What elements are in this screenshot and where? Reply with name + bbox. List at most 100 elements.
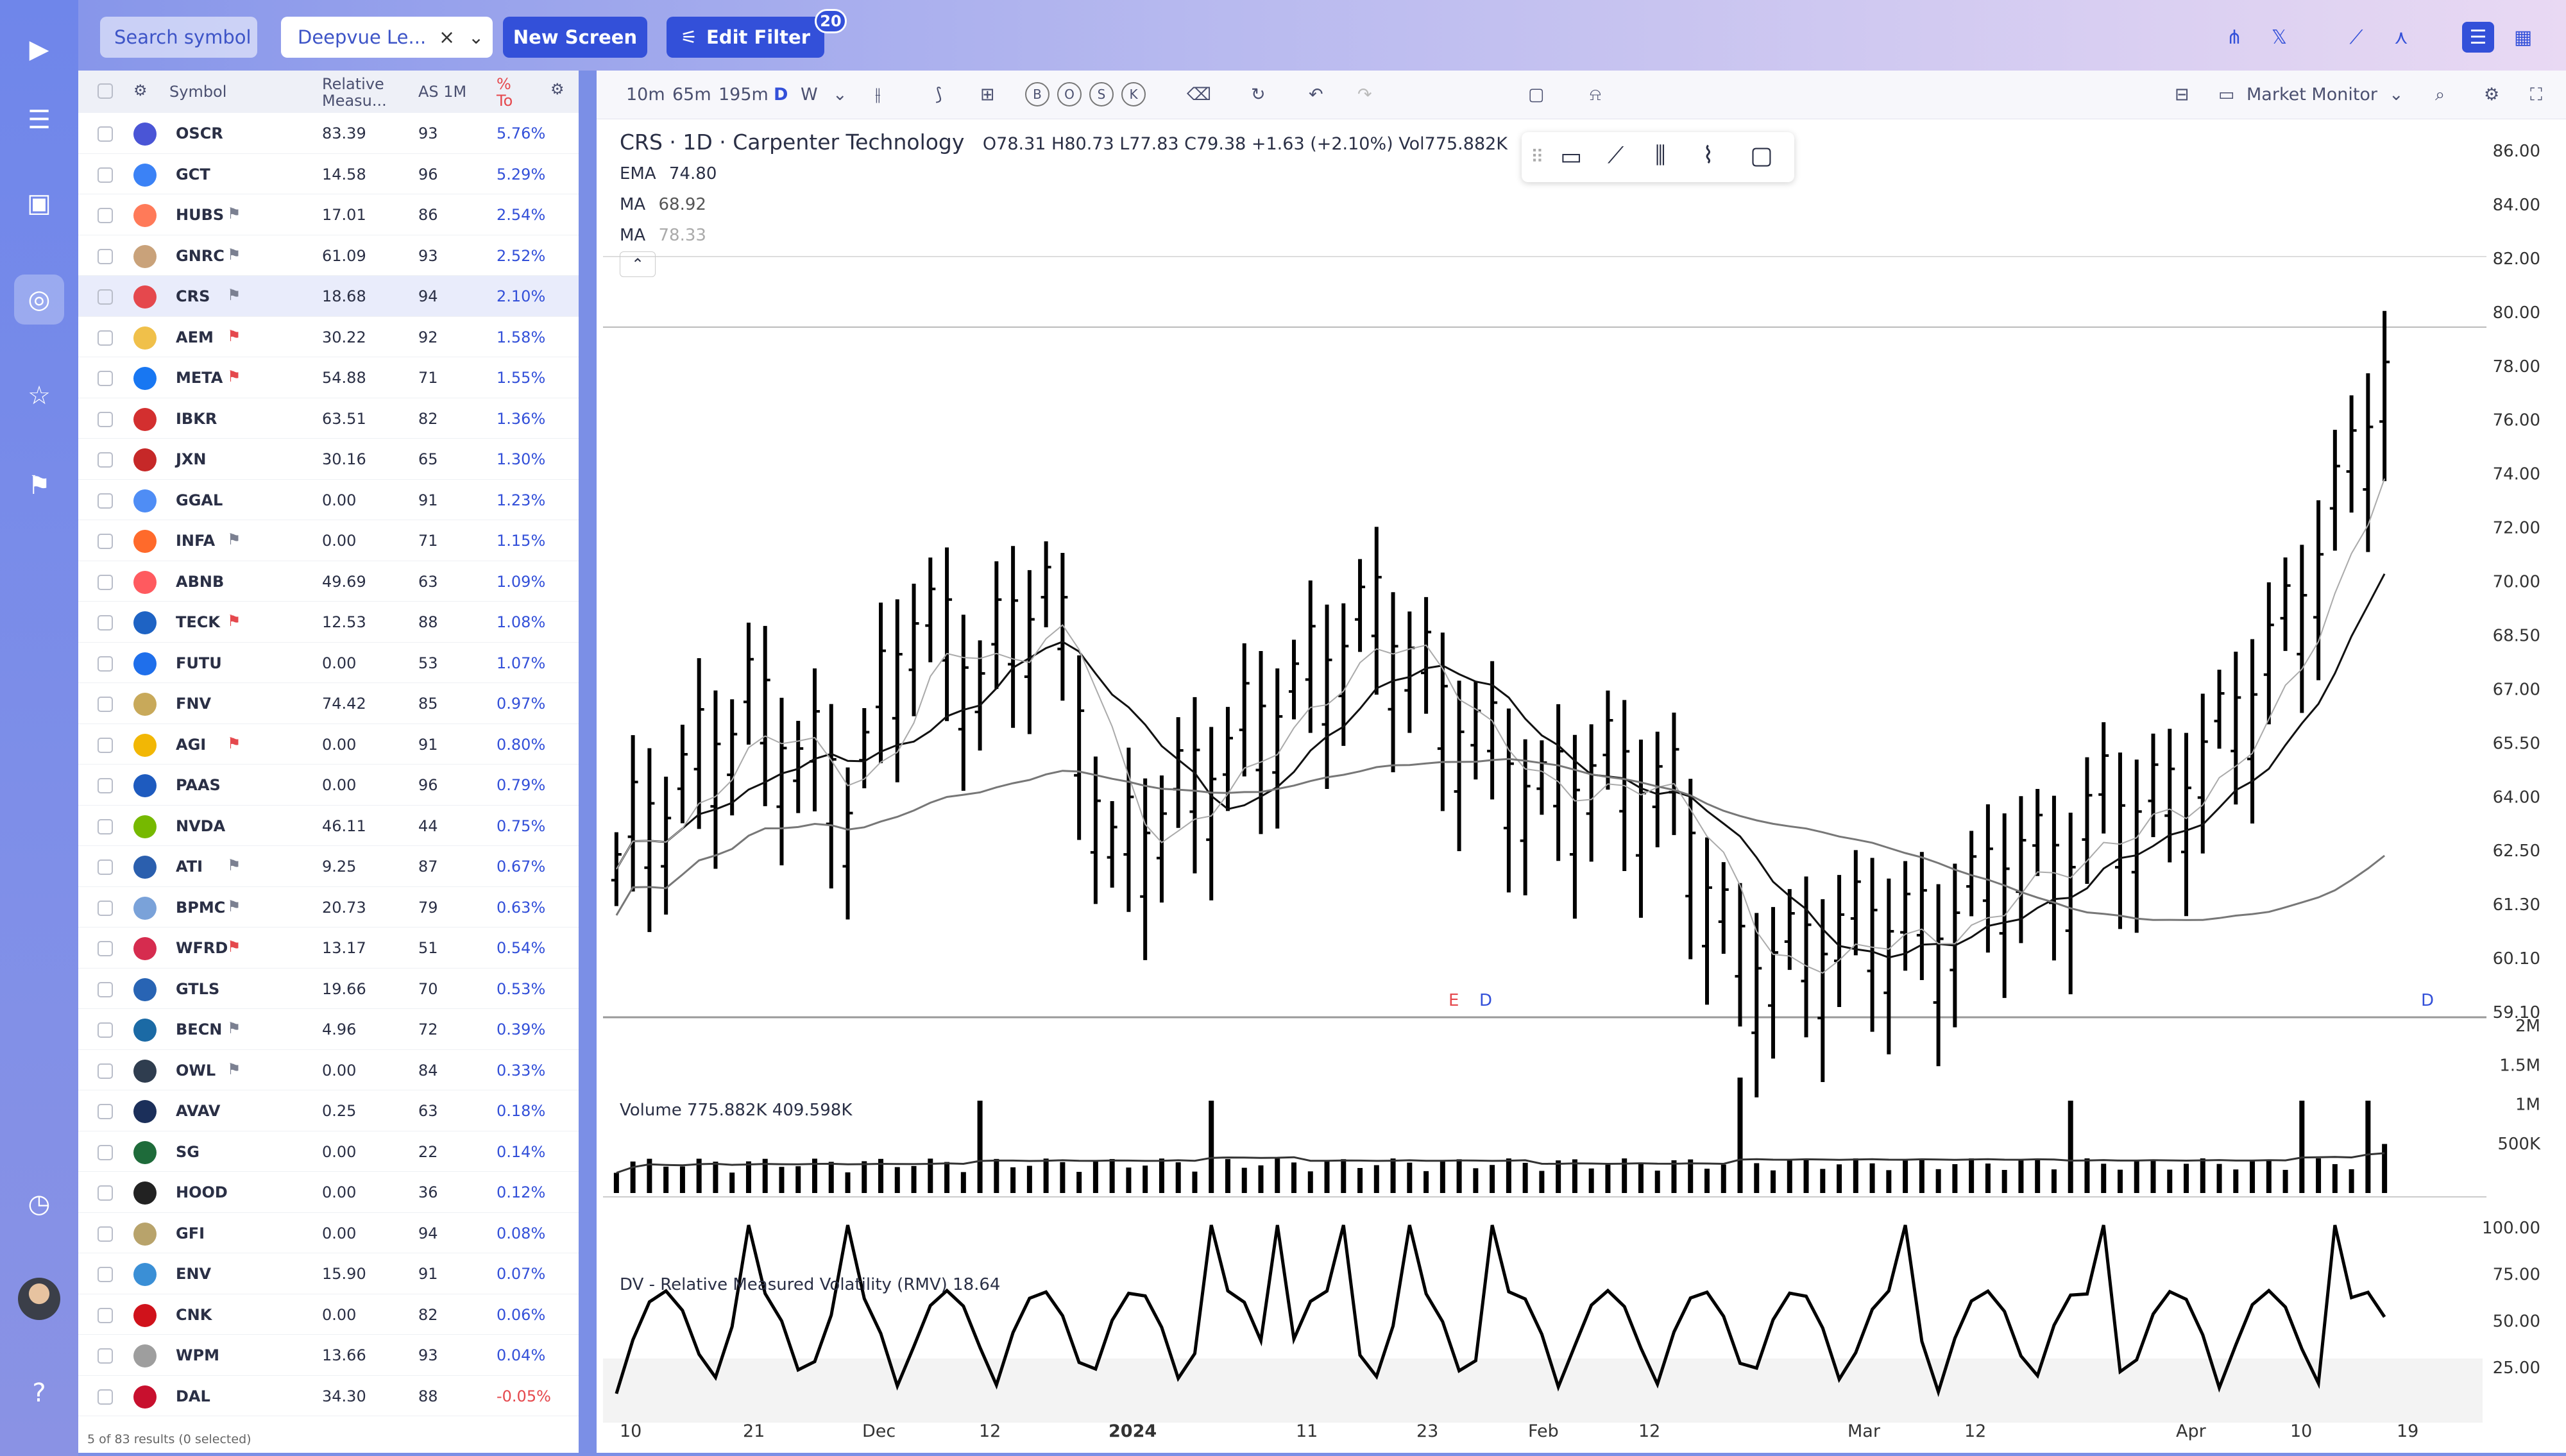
symbol-cell[interactable]: DAL xyxy=(176,1387,210,1405)
row-checkbox[interactable] xyxy=(98,697,113,712)
list-view-icon[interactable]: ☰ xyxy=(2462,22,2494,53)
symbol-cell[interactable]: GGAL xyxy=(176,491,223,509)
table-row[interactable]: OWL ⚑ 0.00 84 0.33% xyxy=(78,1050,579,1090)
row-checkbox[interactable] xyxy=(98,1348,113,1364)
menu-icon[interactable]: ☰ xyxy=(14,95,64,145)
row-checkbox[interactable] xyxy=(98,737,113,753)
row-checkbox[interactable] xyxy=(98,534,113,549)
symbol-cell[interactable]: HUBS xyxy=(176,206,224,224)
row-checkbox[interactable] xyxy=(98,1104,113,1119)
symbol-cell[interactable]: ENV xyxy=(176,1265,211,1283)
col-pct[interactable]: % To xyxy=(497,76,522,109)
star-icon[interactable]: ☆ xyxy=(14,371,64,421)
table-row[interactable]: GNRC ⚑ 61.09 93 2.52% xyxy=(78,235,579,276)
symbol-cell[interactable]: OWL xyxy=(176,1062,216,1079)
symbol-cell[interactable]: WPM xyxy=(176,1346,219,1364)
table-row[interactable]: FUTU 0.00 53 1.07% xyxy=(78,643,579,683)
layout-icon[interactable]: ▣ xyxy=(14,178,64,228)
flag-icon[interactable]: ⚑ xyxy=(227,286,241,304)
column-settings-icon[interactable]: ⚙ xyxy=(550,81,565,97)
symbol-cell[interactable]: IBKR xyxy=(176,410,217,428)
row-checkbox[interactable] xyxy=(98,615,113,631)
brush-icon[interactable]: ⌇ xyxy=(1703,142,1714,169)
symbol-cell[interactable]: INFA xyxy=(176,532,215,550)
edit-filter-button[interactable]: ⚟ Edit Filter xyxy=(667,17,824,58)
flag-icon[interactable]: ⚑ xyxy=(227,530,241,548)
symbol-cell[interactable]: NVDA xyxy=(176,817,225,835)
x-social-icon[interactable]: 𝕏 xyxy=(2263,22,2295,53)
drag-handle-icon[interactable]: ⠿ xyxy=(1531,146,1544,167)
row-checkbox[interactable] xyxy=(98,1063,113,1079)
network-icon[interactable]: ⋏ xyxy=(2385,22,2417,53)
flag-icon[interactable]: ⚑ xyxy=(227,897,241,915)
flag-icon[interactable]: ⚑ xyxy=(227,368,241,385)
col-as1m[interactable]: AS 1M xyxy=(418,83,466,100)
symbol-cell[interactable]: CRS xyxy=(176,287,210,305)
table-row[interactable]: INFA ⚑ 0.00 71 1.15% xyxy=(78,520,579,561)
row-checkbox[interactable] xyxy=(98,371,113,386)
table-row[interactable]: PAAS 0.00 96 0.79% xyxy=(78,765,579,806)
row-checkbox[interactable] xyxy=(98,167,113,183)
row-checkbox[interactable] xyxy=(98,941,113,956)
close-icon[interactable]: × xyxy=(439,26,455,49)
symbol-cell[interactable]: FUTU xyxy=(176,654,222,672)
candles-icon[interactable]: ⫼ xyxy=(1655,142,1666,169)
grid-view-icon[interactable]: ▦ xyxy=(2507,22,2539,53)
collapse-legend-button[interactable]: ⌃ xyxy=(620,251,656,277)
symbol-cell[interactable]: AGI xyxy=(176,736,206,754)
col-rmv[interactable]: Relative Measu... xyxy=(322,76,399,109)
table-row[interactable]: AVAV 0.25 63 0.18% xyxy=(78,1090,579,1131)
table-row[interactable]: ATI ⚑ 9.25 87 0.67% xyxy=(78,846,579,887)
row-checkbox[interactable] xyxy=(98,452,113,468)
screen-selector[interactable]: Deepvue Le... × ⌄ xyxy=(281,17,493,58)
table-row[interactable]: NVDA 46.11 44 0.75% xyxy=(78,806,579,846)
table-row[interactable]: AEM ⚑ 30.22 92 1.58% xyxy=(78,317,579,357)
history-icon[interactable]: ◷ xyxy=(14,1179,64,1229)
table-row[interactable]: DAL 34.30 88 -0.05% xyxy=(78,1376,579,1416)
row-checkbox[interactable] xyxy=(98,656,113,672)
symbol-cell[interactable]: ABNB xyxy=(176,573,224,591)
symbol-cell[interactable]: GFI xyxy=(176,1224,205,1242)
row-checkbox[interactable] xyxy=(98,900,113,916)
row-checkbox[interactable] xyxy=(98,248,113,264)
table-row[interactable]: WPM 13.66 93 0.04% xyxy=(78,1335,579,1376)
symbol-cell[interactable]: PAAS xyxy=(176,776,221,794)
row-checkbox[interactable] xyxy=(98,1185,113,1201)
symbol-cell[interactable]: AEM xyxy=(176,328,214,346)
row-checkbox[interactable] xyxy=(98,289,113,305)
row-checkbox[interactable] xyxy=(98,1307,113,1323)
flag-icon[interactable]: ⚑ xyxy=(227,734,241,752)
symbol-cell[interactable]: OSCR xyxy=(176,124,223,142)
share-icon[interactable]: ⋔ xyxy=(2218,22,2250,53)
flag-icon[interactable]: ⚑ xyxy=(227,612,241,630)
symbol-cell[interactable]: HOOD xyxy=(176,1183,228,1201)
symbol-cell[interactable]: JXN xyxy=(176,450,207,468)
flag-icon[interactable]: ⚑ xyxy=(227,327,241,345)
table-row[interactable]: GGAL 0.00 91 1.23% xyxy=(78,480,579,520)
table-row[interactable]: WFRD ⚑ 13.17 51 0.54% xyxy=(78,927,579,969)
row-checkbox[interactable] xyxy=(98,1389,113,1405)
table-row[interactable]: META ⚑ 54.88 71 1.55% xyxy=(78,357,579,398)
table-row[interactable]: AGI ⚑ 0.00 91 0.80% xyxy=(78,724,579,765)
row-checkbox[interactable] xyxy=(98,574,113,590)
table-row[interactable]: BECN ⚑ 4.96 72 0.39% xyxy=(78,1009,579,1050)
settings-icon[interactable]: ⚙ xyxy=(133,82,148,99)
row-checkbox[interactable] xyxy=(98,859,113,875)
symbol-cell[interactable]: META xyxy=(176,369,223,387)
broadcast-icon[interactable]: ⚑ xyxy=(14,461,64,511)
price-chart[interactable]: 86.00 84.00 82.00 80.00 78.00 76.00 74.00 72.00… xyxy=(597,71,2566,1453)
symbol-cell[interactable]: BECN xyxy=(176,1020,222,1038)
trendline-icon[interactable]: ⟋ xyxy=(1608,142,1624,169)
symbol-cell[interactable]: GTLS xyxy=(176,980,219,998)
table-row[interactable]: TECK ⚑ 12.53 88 1.08% xyxy=(78,602,579,643)
search-symbol-button[interactable]: Search symbol xyxy=(100,17,257,58)
symbol-cell[interactable]: CNK xyxy=(176,1306,212,1324)
flag-icon[interactable]: ⚑ xyxy=(227,938,241,956)
row-checkbox[interactable] xyxy=(98,1267,113,1282)
symbol-cell[interactable]: FNV xyxy=(176,695,211,713)
table-row[interactable]: GFI 0.00 94 0.08% xyxy=(78,1213,579,1253)
row-checkbox[interactable] xyxy=(98,208,113,223)
help-icon[interactable]: ? xyxy=(14,1368,64,1418)
select-all-checkbox[interactable] xyxy=(98,83,113,99)
flag-icon[interactable]: ⚑ xyxy=(227,205,241,223)
